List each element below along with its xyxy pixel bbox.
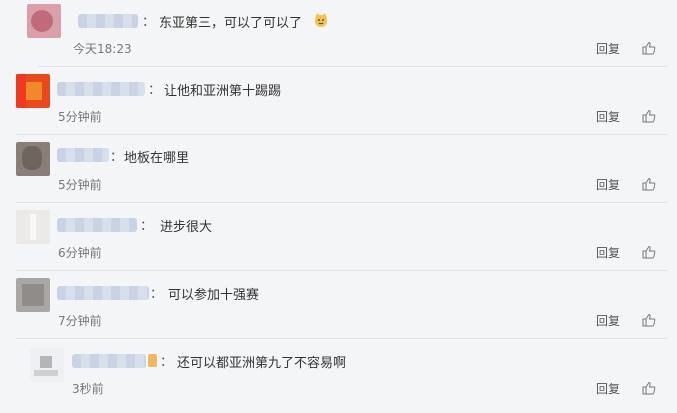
reply-button[interactable]: 回复 — [596, 108, 620, 125]
comment-item: ： 让他和亚洲第十踢踢 5分钟前 回复 — [0, 68, 677, 136]
colon-separator: ： — [148, 83, 162, 98]
comment-item: ： 东亚第三，可以了可以了 今天18:23 回复 — [0, 0, 677, 68]
comment-item: ： 还可以都亚洲第九了不容易啊 3秒前 回复 — [0, 340, 677, 408]
colon-separator: ： — [142, 15, 156, 30]
avatar[interactable] — [16, 142, 50, 176]
comment-text: 东亚第三，可以了可以了 — [159, 16, 303, 31]
comment-item: ： 地板在哪里 5分钟前 回复 — [0, 136, 677, 204]
username-blurred[interactable] — [78, 14, 138, 28]
username-blurred[interactable] — [57, 218, 137, 232]
comment-item: ： 进步很大 6分钟前 回复 — [0, 204, 677, 272]
thumbs-up-icon[interactable] — [642, 313, 656, 327]
user-badge — [148, 354, 157, 367]
reply-button[interactable]: 回复 — [596, 176, 620, 193]
comment-time: 7分钟前 — [58, 314, 102, 328]
reply-button[interactable]: 回复 — [596, 380, 620, 397]
colon-separator: ： — [140, 219, 154, 234]
thumbs-up-icon[interactable] — [642, 109, 656, 123]
reply-button[interactable]: 回复 — [596, 312, 620, 329]
avatar[interactable] — [16, 210, 50, 244]
avatar[interactable] — [16, 278, 50, 312]
comment-time: 今天18:23 — [73, 42, 132, 56]
username-blurred[interactable] — [57, 286, 149, 300]
avatar[interactable] — [16, 74, 50, 108]
comment-text: 地板在哪里 — [124, 151, 190, 166]
thumbs-up-icon[interactable] — [642, 245, 656, 259]
comment-text: 还可以都亚洲第九了不容易啊 — [177, 356, 347, 371]
comment-time: 3秒前 — [72, 382, 104, 396]
thumbs-up-icon[interactable] — [642, 41, 656, 55]
reply-button[interactable]: 回复 — [596, 244, 620, 261]
comment-text: 可以参加十强赛 — [168, 288, 260, 303]
reply-button[interactable]: 回复 — [596, 40, 620, 57]
cat-face-emoji-icon — [315, 13, 327, 27]
comment-time: 5分钟前 — [58, 110, 102, 124]
comment-item: ： 可以参加十强赛 7分钟前 回复 — [0, 272, 677, 340]
comment-text: 进步很大 — [160, 220, 213, 235]
username-blurred[interactable] — [72, 354, 146, 368]
avatar[interactable] — [30, 348, 64, 382]
colon-separator: ： — [110, 150, 124, 165]
colon-separator: ： — [150, 287, 164, 302]
comment-list: ： 东亚第三，可以了可以了 今天18:23 回复 ： 让他和亚洲第十踢踢 5分钟… — [0, 0, 677, 413]
comment-text: 让他和亚洲第十踢踢 — [164, 84, 282, 99]
avatar[interactable] — [27, 4, 61, 38]
comment-time: 5分钟前 — [58, 178, 102, 192]
colon-separator: ： — [160, 355, 174, 370]
thumbs-up-icon[interactable] — [642, 177, 656, 191]
thumbs-up-icon[interactable] — [642, 381, 656, 395]
username-blurred[interactable] — [57, 82, 145, 96]
username-blurred[interactable] — [57, 148, 109, 162]
comment-time: 6分钟前 — [58, 246, 102, 260]
